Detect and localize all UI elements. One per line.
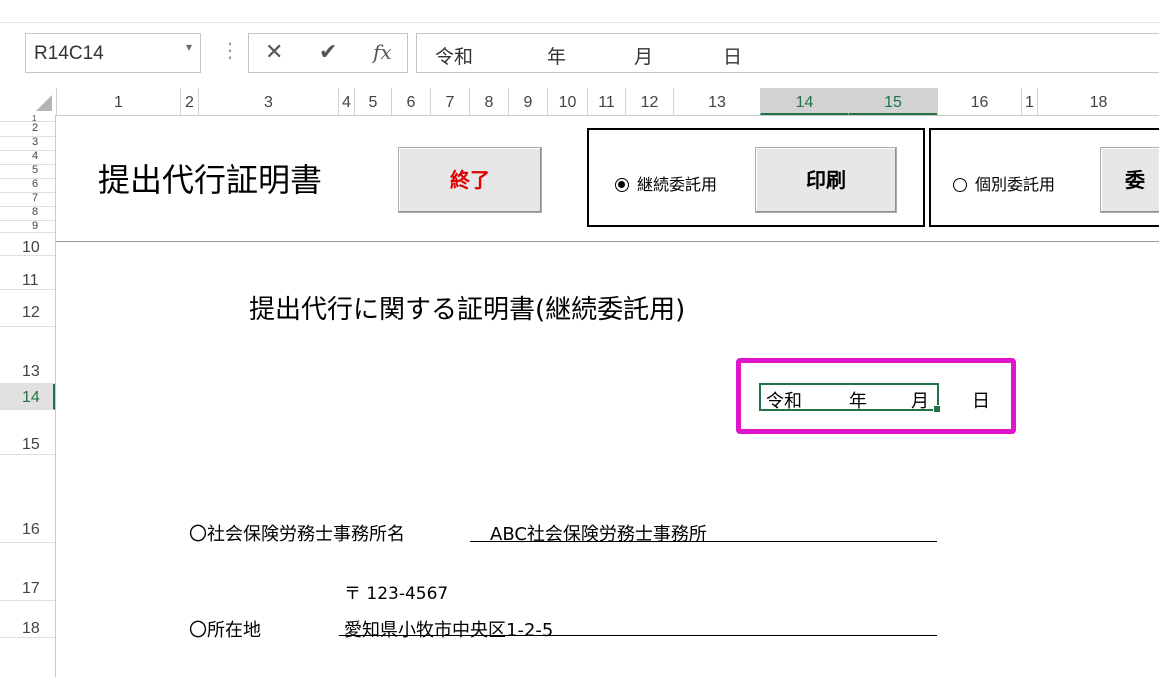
address-underline [339, 635, 937, 636]
document-title: 提出代行に関する証明書(継続委託用) [249, 295, 686, 325]
individual-action-button[interactable]: 委 [1100, 147, 1159, 213]
radio-selected-icon [615, 178, 629, 192]
col-header-9[interactable]: 9 [508, 88, 547, 115]
radio-individual[interactable]: 個別委託用 [953, 171, 1055, 195]
quit-button[interactable]: 終了 [398, 147, 542, 213]
col-header-12[interactable]: 12 [625, 88, 673, 115]
highlight-box [736, 358, 1016, 434]
row-header-17[interactable]: 17 [0, 543, 55, 601]
row-header-3[interactable]: 3 [0, 137, 55, 151]
row-header-6[interactable]: 6 [0, 179, 55, 193]
row-header-5[interactable]: 5 [0, 165, 55, 179]
formula-bar-grip-icon[interactable]: ⋮ [220, 38, 240, 62]
formula-day: 日 [723, 46, 743, 68]
office-name-underline [470, 541, 937, 542]
enter-icon[interactable]: ✔ [319, 40, 337, 65]
ribbon-edge [0, 0, 1159, 23]
row-header-4[interactable]: 4 [0, 151, 55, 165]
row-header-16[interactable]: 16 [0, 455, 55, 543]
formula-bar-buttons: ✕ ✔ fx [248, 33, 408, 73]
row-header-7[interactable]: 7 [0, 193, 55, 207]
col-header-11[interactable]: 11 [587, 88, 625, 115]
sheet-header-title: 提出代行証明書 [98, 161, 323, 199]
insert-function-icon[interactable]: fx [373, 40, 392, 64]
row-header-10[interactable]: 10 [0, 240, 55, 256]
address-value: 愛知県小牧市中央区1-2-5 [344, 620, 554, 641]
row-header-14[interactable]: 14 [0, 384, 55, 410]
print-button[interactable]: 印刷 [755, 147, 897, 213]
cancel-icon[interactable]: ✕ [265, 40, 283, 65]
postal-code: 〒 123-4567 [344, 584, 449, 604]
formula-input[interactable]: 令和 年 月 日 [416, 33, 1159, 73]
office-name-value: ABC社会保険労務士事務所 [490, 524, 707, 545]
col-header-2[interactable]: 2 [180, 88, 198, 115]
row-header-12[interactable]: 12 [0, 290, 55, 327]
address-label: 〇所在地 [189, 620, 261, 641]
row-header-1[interactable]: 1 [0, 115, 55, 123]
row-header-11[interactable]: 11 [0, 256, 55, 290]
col-header-8[interactable]: 8 [469, 88, 508, 115]
col-header-14[interactable]: 14 [760, 88, 848, 115]
row-header-8[interactable]: 8 [0, 207, 55, 221]
office-name-label: 〇社会保険労務士事務所名 [189, 524, 405, 545]
row-header-15[interactable]: 15 [0, 410, 55, 455]
col-header-3[interactable]: 3 [198, 88, 338, 115]
column-header: 1 2 3 4 5 6 7 8 9 10 11 12 13 14 15 16 1… [0, 88, 1159, 116]
header-divider [56, 241, 1159, 242]
formula-month: 月 [634, 46, 654, 68]
col-header-18[interactable]: 18 [1037, 88, 1159, 115]
formula-era: 令和 [435, 46, 474, 68]
row-header-13[interactable]: 13 [0, 327, 55, 384]
col-header-13[interactable]: 13 [673, 88, 760, 115]
col-header-15[interactable]: 15 [848, 88, 937, 115]
col-header-4[interactable]: 4 [338, 88, 354, 115]
radio-individual-label: 個別委託用 [975, 175, 1056, 194]
col-header-16[interactable]: 16 [937, 88, 1021, 115]
col-header-1[interactable]: 1 [56, 88, 180, 115]
col-header-10[interactable]: 10 [547, 88, 587, 115]
col-header-5[interactable]: 5 [354, 88, 391, 115]
name-box[interactable]: R14C14 ▾ [25, 33, 201, 73]
row-header-18[interactable]: 18 [0, 601, 55, 638]
formula-year: 年 [547, 46, 567, 68]
chevron-down-icon[interactable]: ▾ [186, 40, 192, 54]
row-header-2[interactable]: 2 [0, 123, 55, 137]
select-all-corner[interactable] [0, 88, 56, 115]
radio-continuous-label: 継続委託用 [637, 175, 718, 194]
row-header-9[interactable]: 9 [0, 221, 55, 233]
col-header-6[interactable]: 6 [391, 88, 430, 115]
row-header: 1 2 3 4 5 6 7 8 9 10 11 12 13 14 15 16 1… [0, 115, 56, 677]
radio-unselected-icon [953, 178, 967, 192]
radio-continuous[interactable]: 継続委託用 [615, 171, 717, 195]
col-header-17[interactable]: 1 [1021, 88, 1037, 115]
col-header-7[interactable]: 7 [430, 88, 469, 115]
name-box-value: R14C14 [34, 43, 104, 64]
